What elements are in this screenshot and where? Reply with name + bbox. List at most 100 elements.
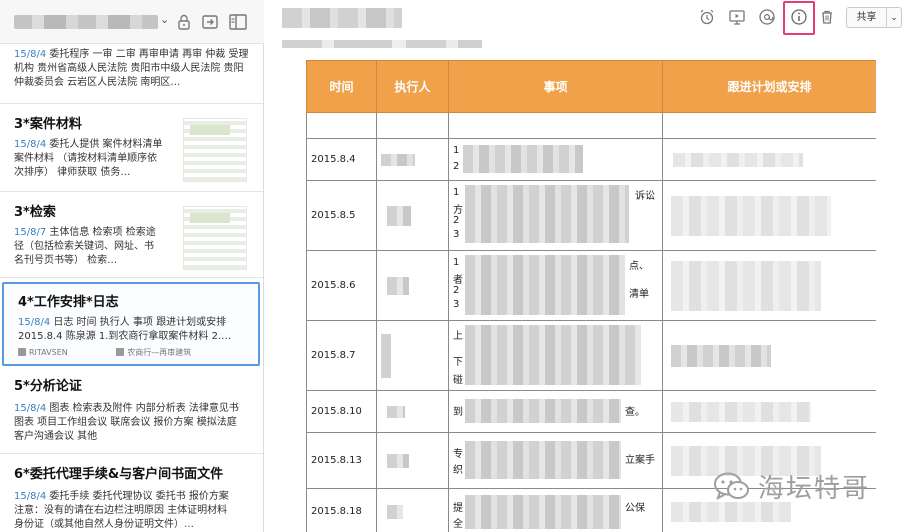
- note-thumbnail: [183, 118, 247, 182]
- note-item[interactable]: 3*检索 15/8/7 主体信息 检索项 检索途径（包括检索关键词、网址、书名刊…: [0, 192, 263, 278]
- table-cell[interactable]: [376, 112, 449, 139]
- note-date: 15/8/7: [14, 227, 47, 238]
- note-item-active[interactable]: 4*工作安排*日志 15/8/4 日志 时间 执行人 事项 跟进计划或安排 20…: [2, 282, 260, 366]
- note-item[interactable]: 3*案件材料 15/8/4 委托人提供 案件材料清单 案件材料 （请按材料清单顺…: [0, 104, 263, 192]
- executor-cell[interactable]: [376, 250, 449, 321]
- note-list[interactable]: 15/8/4 委托程序 一审 二审 再审申请 再审 仲裁 受理机构 贵州省高级人…: [0, 44, 264, 532]
- date-cell[interactable]: 2015.8.18: [306, 488, 377, 532]
- note-date: 15/8/4: [14, 403, 47, 414]
- note-item[interactable]: 15/8/4 委托程序 一审 二审 再审申请 再审 仲裁 受理机构 贵州省高级人…: [0, 44, 263, 104]
- matter-cell[interactable]: 1 者 2 3 点、 清单: [448, 250, 663, 321]
- table-row: 2015.8.7 上 下 碰: [306, 320, 876, 391]
- date-cell[interactable]: 2015.8.5: [306, 180, 377, 251]
- chevron-down-icon[interactable]: ⌄: [160, 13, 169, 26]
- executor-cell[interactable]: [376, 320, 449, 391]
- note-item[interactable]: 6*委托代理手续&与客户间书面文件 15/8/4 委托手续 委托代理协议 委托书…: [0, 454, 263, 532]
- table-cell[interactable]: [306, 112, 377, 139]
- matter-text-fragment: 方: [453, 205, 463, 216]
- follow-up-cell[interactable]: [662, 180, 876, 251]
- follow-up-cell[interactable]: [662, 320, 876, 391]
- work-log-table-container: 时间 执行人 事项 跟进计划或安排 2015.8.4 1 2 2015.8.5 …: [306, 60, 876, 532]
- matter-text-fragment: 3: [453, 299, 460, 310]
- matter-cell[interactable]: 提 全 公保: [448, 488, 663, 532]
- executor-cell[interactable]: [376, 180, 449, 251]
- table-row: 2015.8.4 1 2: [306, 138, 876, 181]
- present-icon[interactable]: [728, 8, 746, 26]
- notebook-name-blurred[interactable]: [14, 15, 158, 29]
- matter-cell[interactable]: 到 查。: [448, 390, 663, 433]
- executor-cell[interactable]: [376, 138, 449, 181]
- column-header-time: 时间: [306, 60, 377, 113]
- matter-text-fragment: 专: [453, 449, 463, 460]
- executor-cell[interactable]: [376, 432, 449, 489]
- note-title: 6*委托代理手续&与客户间书面文件: [14, 467, 224, 482]
- lock-icon[interactable]: [174, 12, 194, 32]
- follow-up-cell[interactable]: [662, 138, 876, 181]
- note-date: 15/8/4: [14, 491, 47, 502]
- date-cell[interactable]: 2015.8.4: [306, 138, 377, 181]
- matter-text-fragment: 下: [453, 357, 463, 368]
- date-cell[interactable]: 2015.8.7: [306, 320, 377, 391]
- work-log-table: 时间 执行人 事项 跟进计划或安排 2015.8.4 1 2 2015.8.5 …: [306, 60, 876, 532]
- note-list-toolbar: ⌄: [0, 0, 264, 44]
- note-snippet: 15/8/4 日志 时间 执行人 事项 跟进计划或安排 2015.8.4 陈泉源…: [18, 312, 244, 344]
- matter-cell[interactable]: 1 方 2 3 诉讼: [448, 180, 663, 251]
- import-icon[interactable]: [200, 12, 220, 32]
- matter-cell[interactable]: 专 织 立案手: [448, 432, 663, 489]
- table-cell[interactable]: [662, 112, 876, 139]
- note-subtitle-blurred: [282, 40, 482, 48]
- trash-icon[interactable]: [818, 8, 836, 26]
- matter-cell[interactable]: 1 2: [448, 138, 663, 181]
- executor-cell[interactable]: [376, 390, 449, 433]
- layout-toggle-icon[interactable]: [228, 12, 248, 32]
- note-editor: 共享 ⌄ 时间 执行人 事项 跟进计划或安排 2015.8.4 1 2 2015…: [264, 0, 904, 532]
- matter-text-fragment: 织: [453, 465, 463, 476]
- matter-text-fragment: 1: [453, 145, 460, 156]
- follow-up-cell[interactable]: [662, 250, 876, 321]
- watermark: 海坛特哥: [712, 468, 870, 505]
- info-button-highlight: [783, 1, 815, 35]
- mention-icon[interactable]: [758, 8, 776, 26]
- notes-app: ⌄ 15/8/4 委托程序 一审 二审 再审申请 再审 仲裁 受理机构 贵州省高…: [0, 0, 904, 532]
- matter-text-fragment: 者: [453, 275, 463, 286]
- share-dropdown-icon[interactable]: ⌄: [887, 13, 901, 23]
- note-item[interactable]: 5*分析论证 15/8/4 图表 检索表及附件 内部分析表 法律意见书 图表 项…: [0, 368, 263, 454]
- date-cell[interactable]: 2015.8.6: [306, 250, 377, 321]
- follow-up-cell[interactable]: [662, 390, 876, 433]
- matter-text-fragment: 1: [453, 187, 460, 198]
- matter-text-fragment: 清单: [629, 289, 649, 300]
- share-button[interactable]: 共享 ⌄: [846, 7, 902, 28]
- note-title-blurred[interactable]: [282, 8, 402, 28]
- alarm-clock-icon[interactable]: [698, 8, 716, 26]
- note-snippet: 15/8/4 图表 检索表及附件 内部分析表 法律意见书 图表 项目工作组会议 …: [14, 396, 249, 444]
- note-thumbnail: [183, 206, 247, 270]
- note-snippet: 15/8/4 委托手续 委托代理协议 委托书 报价方案 注意：没有的请在右边栏注…: [14, 484, 249, 532]
- table-cell[interactable]: [448, 112, 663, 139]
- date-cell[interactable]: 2015.8.13: [306, 432, 377, 489]
- note-meta: RITAVSEN 农商行—再审建筑: [18, 347, 191, 358]
- matter-text-fragment: 2: [453, 161, 460, 172]
- note-date: 15/8/4: [18, 317, 51, 328]
- matter-cell[interactable]: 上 下 碰: [448, 320, 663, 391]
- note-title: 5*分析论证: [14, 379, 82, 394]
- wechat-icon: [714, 472, 749, 500]
- note-list-pane: ⌄ 15/8/4 委托程序 一审 二审 再审申请 再审 仲裁 受理机构 贵州省高…: [0, 0, 264, 532]
- note-title: 4*工作安排*日志: [18, 295, 119, 310]
- table-row: 2015.8.5 1 方 2 3 诉讼: [306, 180, 876, 251]
- matter-text-fragment: 上: [453, 331, 463, 342]
- notebook-icon: [116, 348, 125, 356]
- executor-cell[interactable]: [376, 488, 449, 532]
- matter-text-fragment: 立案手: [625, 455, 655, 466]
- date-cell[interactable]: 2015.8.10: [306, 390, 377, 433]
- note-notebook: 农商行—再审建筑: [127, 348, 192, 357]
- matter-text-fragment: 2: [453, 285, 460, 296]
- note-snippet-text: 委托程序 一审 二审 再审申请 再审 仲裁 受理机构 贵州省高级人民法院 贵阳市…: [14, 49, 249, 88]
- watermark-text: 海坛特哥: [758, 474, 871, 504]
- matter-text-fragment: 公保: [625, 503, 645, 514]
- note-snippet-text: 图表 检索表及附件 内部分析表 法律意见书 图表 项目工作组会议 联席会议 报价…: [14, 403, 239, 442]
- matter-text-fragment: 查。: [625, 407, 645, 418]
- matter-text-fragment: 到: [453, 407, 463, 418]
- matter-text-fragment: 提: [453, 503, 463, 514]
- column-header-matter: 事项: [448, 60, 663, 113]
- note-date: 15/8/4: [14, 139, 47, 150]
